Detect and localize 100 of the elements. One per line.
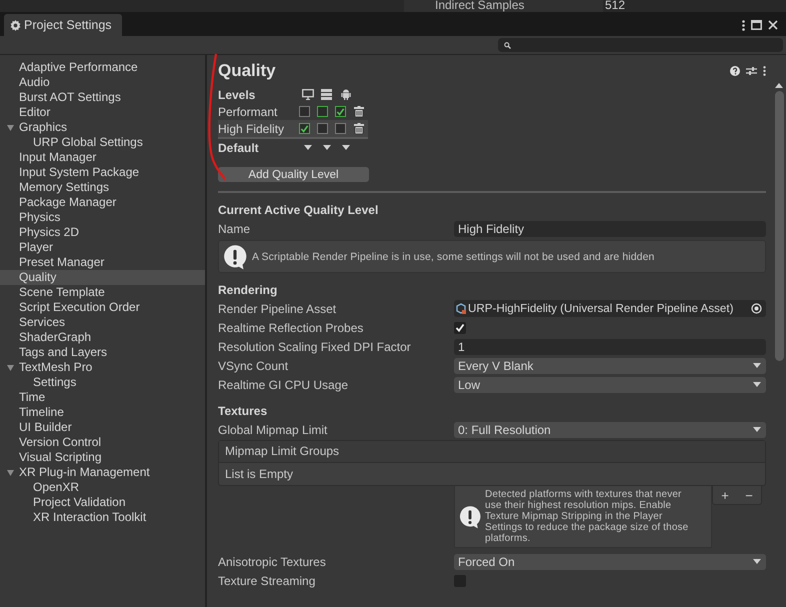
checkmark-icon	[336, 106, 346, 116]
asset-icon	[456, 302, 467, 314]
sidebar-item[interactable]: Adaptive Performance	[0, 60, 205, 75]
help-icon[interactable]	[730, 66, 740, 76]
caret-icon[interactable]	[7, 470, 14, 476]
level-name: High Fidelity	[218, 122, 286, 136]
dropdown-arrow-icon	[753, 427, 761, 432]
sidebar-item[interactable]: TextMesh Pro	[0, 360, 205, 375]
sidebar-item[interactable]: ShaderGraph	[0, 330, 205, 345]
field-label: Anisotropic Textures	[218, 554, 327, 568]
dropdown-arrow-icon	[753, 382, 761, 387]
window-title: Project Settings	[24, 18, 112, 32]
scrollbar-thumb[interactable]	[774, 91, 784, 361]
search-icon	[504, 42, 511, 48]
platform-checkbox[interactable]	[335, 106, 346, 117]
list-header: Mipmap Limit Groups	[219, 441, 765, 463]
dropdown[interactable]: Low	[454, 376, 766, 392]
section-heading: Textures	[218, 403, 268, 420]
sidebar-item[interactable]: Player	[0, 240, 205, 255]
sidebar-item[interactable]: URP Global Settings	[0, 135, 205, 150]
server-icon	[321, 89, 332, 100]
sidebar-item[interactable]: Preset Manager	[0, 255, 205, 270]
field-label: Resolution Scaling Fixed DPI Factor	[218, 340, 412, 354]
platform-checkbox[interactable]	[316, 123, 328, 134]
checkmark-icon	[300, 124, 309, 134]
warning-icon	[458, 504, 482, 528]
sidebar-item[interactable]: OpenXR	[0, 480, 205, 495]
object-field[interactable]: URP-HighFidelity (Universal Render Pipeline Asset)	[454, 300, 766, 317]
monitor-icon	[302, 89, 314, 100]
platform-checkbox[interactable]	[298, 106, 310, 117]
more-options-icon[interactable]	[763, 66, 766, 76]
dropdown-arrow-icon	[304, 145, 312, 150]
dropdown-arrow-icon	[753, 559, 761, 564]
add-quality-level-button[interactable]: Add Quality Level	[218, 167, 369, 182]
field-label: VSync Count	[218, 358, 290, 372]
add-button[interactable]: +	[713, 486, 737, 504]
maximize-icon[interactable]	[751, 20, 762, 30]
sidebar-item[interactable]: Version Control	[0, 435, 205, 450]
target-icon[interactable]	[751, 303, 762, 314]
scroll-up-icon[interactable]	[775, 83, 783, 88]
dropdown[interactable]: Forced On	[454, 554, 766, 570]
sidebar-item[interactable]: Scene Template	[0, 285, 205, 300]
sidebar-item[interactable]: Script Execution Order	[0, 300, 205, 315]
help-text: Detected platforms with textures that never use their highest resolution mips. Enable Texture Mipmap Stripping in the Player Settings to reduce the package size of those platforms.	[485, 489, 690, 544]
platform-checkbox[interactable]	[316, 106, 328, 117]
remove-button[interactable]: −	[737, 486, 761, 504]
field-value: 512	[604, 0, 626, 12]
sidebar-item[interactable]: Graphics	[0, 120, 205, 135]
caret-icon[interactable]	[7, 125, 14, 131]
sidebar-item[interactable]: Project Validation	[0, 495, 205, 510]
sidebar-item[interactable]: Physics	[0, 210, 205, 225]
help-text: A Scriptable Render Pipeline is in use, some settings will not be used and are hidden	[252, 250, 654, 262]
quality-level-row[interactable]: High Fidelity	[218, 120, 368, 139]
sidebar-item[interactable]: Visual Scripting	[0, 450, 205, 465]
sidebar-item[interactable]: Audio	[0, 75, 205, 90]
sidebar-item[interactable]: Time	[0, 390, 205, 405]
dropdown[interactable]: 0: Full Resolution	[454, 422, 766, 438]
level-name: Performant	[218, 104, 278, 118]
text-field[interactable]: High Fidelity	[454, 220, 766, 236]
sidebar-item[interactable]: Input System Package	[0, 165, 205, 180]
sidebar-item[interactable]: Physics 2D	[0, 225, 205, 240]
sidebar-item[interactable]: UI Builder	[0, 420, 205, 435]
quality-level-row[interactable]: Performant	[218, 103, 368, 120]
sidebar-item[interactable]: Settings	[0, 375, 205, 390]
trash-icon[interactable]	[354, 123, 364, 134]
sidebar-item[interactable]: XR Interaction Toolkit	[0, 510, 205, 525]
field-label: Indirect Samples	[404, 0, 603, 12]
text-field[interactable]: 1	[454, 338, 766, 354]
sidebar-item[interactable]: Services	[0, 315, 205, 330]
trash-icon[interactable]	[354, 106, 364, 117]
sidebar-item[interactable]: Tags and Layers	[0, 345, 205, 360]
field-label: Realtime Reflection Probes	[218, 320, 364, 334]
more-options-icon[interactable]	[742, 20, 745, 30]
default-label: Default	[218, 140, 260, 154]
caret-icon[interactable]	[7, 365, 14, 371]
warning-icon	[222, 244, 248, 270]
sidebar-item[interactable]: Input Manager	[0, 150, 205, 165]
sidebar-item[interactable]: Timeline	[0, 405, 205, 420]
field-label: Name	[218, 222, 252, 236]
sidebar-item[interactable]: Quality	[0, 270, 205, 285]
sidebar-item[interactable]: Editor	[0, 105, 205, 120]
field-label: Render Pipeline Asset	[218, 302, 338, 316]
close-icon[interactable]	[768, 20, 778, 30]
field-label: Global Mipmap Limit	[218, 422, 328, 436]
platform-checkbox[interactable]	[298, 123, 310, 134]
sidebar-item[interactable]: XR Plug-in Management	[0, 465, 205, 480]
sidebar-item[interactable]: Memory Settings	[0, 180, 205, 195]
field-label: Texture Streaming	[218, 574, 316, 588]
sliders-icon[interactable]	[746, 66, 757, 76]
dropdown[interactable]: Every V Blank	[454, 358, 766, 374]
section-heading: Rendering	[218, 282, 278, 299]
sidebar-item[interactable]: Burst AOT Settings	[0, 90, 205, 105]
search-field[interactable]	[498, 38, 783, 52]
window-tab[interactable]: Project Settings	[4, 14, 122, 36]
settings-icon	[10, 20, 21, 30]
page-title: Quality	[218, 61, 276, 81]
platform-checkbox[interactable]	[335, 123, 346, 134]
checkbox[interactable]	[454, 322, 466, 334]
checkmark-icon	[455, 322, 465, 332]
sidebar-item[interactable]: Package Manager	[0, 195, 205, 210]
